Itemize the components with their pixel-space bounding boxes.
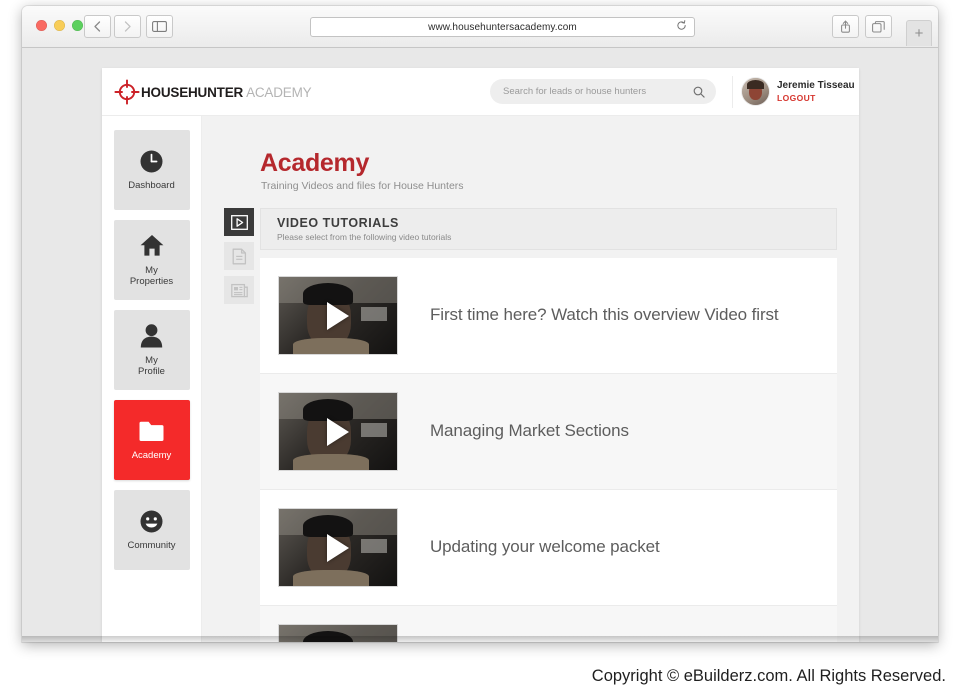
video-title: Managing Market Sections: [430, 421, 629, 441]
video-thumbnail[interactable]: [278, 508, 398, 587]
main-navigation: Dashboard My Properties My Profile Acade…: [102, 116, 202, 642]
clock-icon: [139, 148, 164, 174]
avatar-hair: [747, 80, 764, 89]
page-subtitle: Training Videos and files for House Hunt…: [261, 180, 464, 192]
video-list-item[interactable]: Managing Market Sections: [260, 374, 837, 490]
maximize-window-button[interactable]: [72, 20, 83, 31]
share-icon: [841, 20, 850, 33]
sidebar-toggle-icon: [152, 21, 167, 32]
reload-icon: [677, 20, 686, 30]
house-icon: [139, 233, 165, 259]
play-icon[interactable]: [327, 533, 349, 562]
crosshair-icon: [114, 79, 140, 105]
site-page: HOUSEHUNTER ACADEMY Search for leads or …: [102, 68, 859, 642]
header-divider: [732, 76, 733, 108]
newspaper-icon: [230, 283, 248, 297]
tab-articles[interactable]: [224, 276, 254, 304]
thumbnail-person-shirt: [293, 454, 369, 470]
sidebar-item-my-profile[interactable]: My Profile: [113, 310, 190, 390]
user-menu[interactable]: Jeremie Tisseau LOGOUT: [742, 78, 855, 105]
tab-videos[interactable]: [224, 208, 254, 236]
page-title: Academy: [260, 149, 370, 177]
show-tabs-button[interactable]: [865, 15, 892, 38]
chevron-left-icon: [94, 21, 101, 32]
thumbnail-object: [361, 423, 387, 437]
window-controls: [36, 20, 83, 31]
brand-name-primary: HOUSEHUNTER: [141, 84, 244, 100]
document-icon: [232, 248, 246, 264]
sidebar-item-community[interactable]: Community: [113, 490, 190, 570]
video-list-item[interactable]: Updating your welcome packet: [260, 490, 837, 606]
thumbnail-object: [361, 307, 387, 321]
avatar[interactable]: [742, 78, 769, 105]
panel-subtitle: Please select from the following video t…: [277, 232, 452, 242]
sidebar-item-dashboard[interactable]: Dashboard: [113, 130, 190, 210]
thumbnail-person-shirt: [293, 570, 369, 586]
video-title: First time here? Watch this overview Vid…: [430, 305, 779, 325]
video-thumbnail[interactable]: [278, 392, 398, 471]
tab-files[interactable]: [224, 242, 254, 270]
tabs-icon: [872, 20, 885, 33]
search-button[interactable]: [693, 86, 705, 98]
close-window-button[interactable]: [36, 20, 47, 31]
smiley-icon: [139, 508, 164, 534]
browser-toolbar: www.househuntersacademy.com +: [22, 6, 938, 48]
share-button[interactable]: [832, 15, 859, 38]
sidebar-item-label: My Profile: [138, 354, 165, 377]
sidebar-item-label: My Properties: [129, 264, 174, 287]
chevron-right-icon: [124, 21, 131, 32]
video-tutorials-header: VIDEO TUTORIALS Please select from the f…: [260, 208, 837, 250]
sidebar-item-label: Community: [127, 540, 176, 552]
user-name: Jeremie Tisseau: [777, 79, 855, 91]
video-list: First time here? Watch this overview Vid…: [260, 258, 837, 642]
forward-button[interactable]: [114, 15, 141, 38]
thumbnail-object: [361, 539, 387, 553]
toolbar-right-buttons: [832, 15, 892, 38]
panel-title: VIDEO TUTORIALS: [277, 216, 399, 230]
folder-icon: [138, 418, 165, 444]
site-header: HOUSEHUNTER ACADEMY Search for leads or …: [102, 68, 859, 116]
search-input[interactable]: [490, 86, 693, 97]
reload-button[interactable]: [676, 18, 687, 36]
navigation-buttons: [84, 15, 141, 38]
sidebar-item-label: Academy: [131, 450, 172, 462]
video-title: Updating your welcome packet: [430, 537, 660, 557]
back-button[interactable]: [84, 15, 111, 38]
brand-logo[interactable]: HOUSEHUNTER ACADEMY: [114, 79, 312, 105]
video-thumbnail[interactable]: [278, 276, 398, 355]
user-info: Jeremie Tisseau LOGOUT: [777, 80, 855, 103]
browser-window: www.househuntersacademy.com + HOUSEHUNTE…: [22, 6, 938, 642]
browser-viewport: HOUSEHUNTER ACADEMY Search for leads or …: [22, 48, 938, 642]
play-icon[interactable]: [327, 417, 349, 446]
content-area: Academy Training Videos and files for Ho…: [202, 116, 859, 642]
sidebar-toggle-wrapper: [146, 15, 173, 38]
play-icon[interactable]: [327, 301, 349, 330]
person-icon: [140, 323, 163, 349]
url-text: www.househuntersacademy.com: [428, 21, 577, 33]
page-body: Dashboard My Properties My Profile Acade…: [102, 116, 859, 642]
address-bar[interactable]: www.househuntersacademy.com: [310, 17, 695, 37]
minimize-window-button[interactable]: [54, 20, 65, 31]
sidebar-item-academy[interactable]: Academy: [113, 400, 190, 480]
search-icon: [693, 86, 705, 98]
thumbnail-person-shirt: [293, 338, 369, 354]
sidebar-item-my-properties[interactable]: My Properties: [113, 220, 190, 300]
search-bar[interactable]: [490, 79, 716, 104]
new-tab-button[interactable]: +: [906, 20, 932, 46]
brand-name-secondary: ACADEMY: [246, 84, 312, 100]
logout-link[interactable]: LOGOUT: [777, 93, 855, 103]
content-tabs: [224, 208, 254, 304]
sidebar-toggle-button[interactable]: [146, 15, 173, 38]
video-list-item[interactable]: First time here? Watch this overview Vid…: [260, 258, 837, 374]
sidebar-item-label: Dashboard: [128, 180, 175, 192]
play-icon: [230, 214, 248, 230]
copyright-notice: Copyright © eBuilderz.com. All Rights Re…: [591, 667, 946, 685]
window-shadow: [22, 636, 938, 644]
